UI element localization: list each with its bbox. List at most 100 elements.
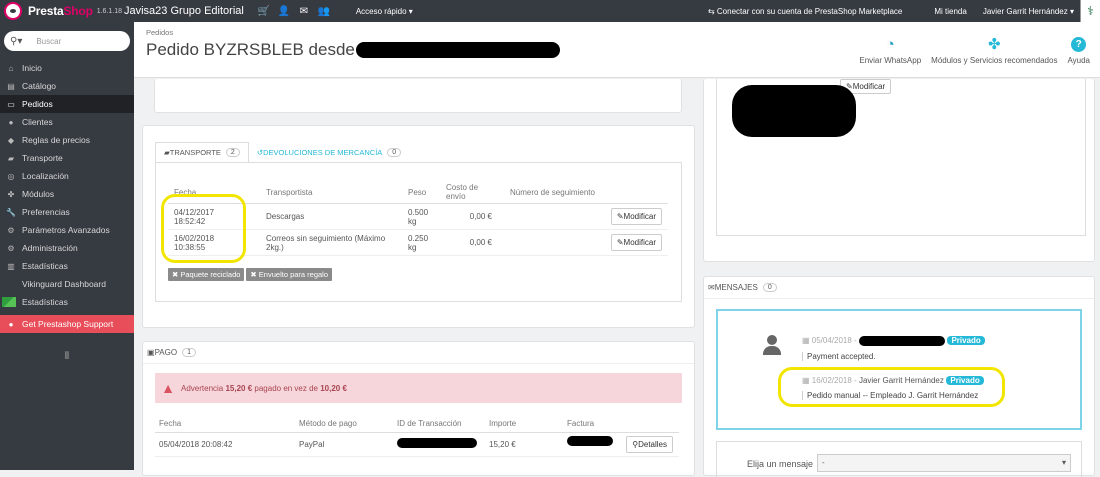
puzzle-icon: ✤ bbox=[988, 36, 1001, 53]
sidebar-item-support[interactable]: ● Get Prestashop Support bbox=[0, 315, 134, 333]
marketplace-connect-link[interactable]: ⇆ Conectar con su cuenta de PrestaShop M… bbox=[708, 7, 918, 16]
private-badge: Privado bbox=[947, 336, 985, 345]
sidebar-item-localizacion[interactable]: ◎ Localización bbox=[0, 167, 134, 185]
modify-shipping-button[interactable]: ✎ Modificar bbox=[610, 234, 662, 251]
messages-panel: ✉ MENSAJES 0 ▦ 05/04/2018 - Privado Payme… bbox=[703, 276, 1095, 477]
help-icon: ? bbox=[1071, 37, 1087, 52]
tag-icon: ◆ bbox=[7, 135, 15, 145]
highlight-shipping-dates bbox=[161, 194, 246, 263]
home-icon: ⌂ bbox=[8, 63, 14, 73]
support-icon: ● bbox=[8, 319, 14, 329]
brand-name: PrestaShop bbox=[28, 4, 93, 18]
stats-chart-icon bbox=[2, 297, 16, 307]
redacted-customer-name bbox=[356, 42, 560, 58]
cart-icon[interactable]: 🛒 bbox=[254, 6, 274, 17]
globe-icon: ◎ bbox=[7, 171, 15, 181]
shop-name[interactable]: Javisa23 Grupo Editorial bbox=[124, 5, 244, 17]
whatsapp-icon: ◔ bbox=[885, 36, 895, 53]
payment-details-button[interactable]: ⚲ Detalles bbox=[626, 435, 673, 453]
tab-transport[interactable]: ▰ TRANSPORTE 2 bbox=[155, 142, 249, 162]
envelope-icon: ✉ bbox=[708, 283, 715, 292]
col-tracking: Número de seguimiento bbox=[504, 181, 668, 204]
table-row: 05/04/2018 20:08:42 PayPal 15,20 € ⚲ Det… bbox=[155, 432, 679, 457]
messages-heading: ✉ MENSAJES 0 bbox=[704, 277, 1094, 299]
modules-button[interactable]: ✤ Módulos y Servicios recomendados bbox=[931, 36, 1057, 65]
sidebar-item-modulos[interactable]: ✤ Módulos bbox=[0, 185, 134, 203]
version-label: 1.6.1.18 bbox=[96, 7, 123, 15]
sidebar-item-inicio[interactable]: ⌂ Inicio bbox=[0, 59, 134, 77]
users-icon[interactable]: 👥 bbox=[314, 6, 334, 17]
prestashop-logo[interactable]: PrestaShop 1.6.1.18 bbox=[0, 2, 134, 20]
envelope-icon[interactable]: ✉ bbox=[294, 6, 314, 17]
collapse-menu-icon[interactable]: ⦀ bbox=[0, 351, 134, 362]
payment-heading: ▣ PAGO 1 bbox=[143, 342, 694, 364]
choose-message-box: Elija un mensaje - ▾ bbox=[716, 441, 1082, 477]
cogs-icon: ⚙ bbox=[7, 225, 15, 235]
search-icon[interactable]: ⚲▾ bbox=[10, 36, 22, 47]
page-header: Pedidos Pedido BYZRSBLEB desde ◔ Enviar W… bbox=[134, 22, 1100, 78]
customer-icon[interactable]: 👤 bbox=[274, 6, 294, 17]
user-avatar-icon bbox=[763, 335, 781, 355]
sidebar-item-reglas-precios[interactable]: ◆ Reglas de precios bbox=[0, 131, 134, 149]
whatsapp-button[interactable]: ◔ Enviar WhatsApp bbox=[859, 36, 921, 65]
shipping-cost: 0,00 € bbox=[440, 229, 504, 256]
sidebar-item-parametros-avanzados[interactable]: ⚙ Parámetros Avanzados bbox=[0, 221, 134, 239]
col-carrier: Transportista bbox=[260, 181, 402, 204]
sidebar-item-preferencias[interactable]: 🔧 Preferencias bbox=[0, 203, 134, 221]
help-button[interactable]: ? Ayuda bbox=[1067, 36, 1090, 65]
pencil-icon: ✎ bbox=[616, 238, 624, 247]
shipping-cost: 0,00 € bbox=[440, 203, 504, 230]
sidebar-item-clientes[interactable]: ● Clientes bbox=[0, 113, 134, 131]
sidebar-item-transporte[interactable]: ▰ Transporte bbox=[0, 149, 134, 167]
address-panel: ✎ Modificar bbox=[703, 79, 1095, 262]
gift-wrap-tag: ✖ Envuelto para regalo bbox=[246, 268, 333, 281]
gear-icon: ⚙ bbox=[7, 243, 15, 253]
pencil-icon: ✎ bbox=[616, 212, 624, 221]
quick-access-menu[interactable]: Acceso rápido ▾ bbox=[356, 7, 413, 16]
redacted-author bbox=[858, 335, 945, 346]
top-bar: PrestaShop 1.6.1.18 Javisa23 Grupo Edito… bbox=[0, 0, 1100, 22]
credit-card-icon: ▭ bbox=[7, 99, 15, 109]
redacted-transaction-id bbox=[397, 438, 477, 448]
sidebar: ⚲▾ Buscar ⌂ Inicio ▤ Catálogo ▭ Pedidos ● Cl… bbox=[0, 22, 134, 470]
search-input[interactable]: ⚲▾ Buscar bbox=[4, 31, 130, 51]
col-weight: Peso bbox=[402, 181, 440, 204]
book-icon: ▤ bbox=[7, 81, 15, 91]
sidebar-item-estadisticas[interactable]: ▥ Estadísticas bbox=[0, 257, 134, 275]
my-shop-link[interactable]: Mi tienda bbox=[934, 7, 966, 16]
breadcrumb[interactable]: Pedidos bbox=[146, 28, 173, 37]
shipping-carrier: Descargas bbox=[260, 203, 402, 230]
shipping-tabs: ▰ TRANSPORTE 2 ↺ DEVOLUCIONES DE MERCANCÍ… bbox=[155, 142, 410, 162]
sidebar-item-catalogo[interactable]: ▤ Catálogo bbox=[0, 77, 134, 95]
recycled-package-tag: ✖ Paquete reciclado bbox=[168, 268, 245, 281]
warning-icon: ▲ bbox=[161, 380, 175, 396]
highlight-message bbox=[778, 367, 1005, 407]
choose-message-select[interactable]: - ▾ bbox=[817, 454, 1071, 472]
prestashop-logo-icon bbox=[4, 2, 22, 20]
customer-panel-bottom bbox=[154, 79, 682, 113]
shipping-weight: 0.250 kg bbox=[402, 229, 440, 256]
tab-returns[interactable]: ↺ DEVOLUCIONES DE MERCANCÍA 0 bbox=[248, 142, 410, 162]
shipping-tags: ✖ Paquete reciclado ✖ Envuelto para regal… bbox=[168, 268, 681, 281]
wrench-icon: 🔧 bbox=[6, 207, 16, 217]
sidebar-item-estadisticas-2[interactable]: Estadísticas bbox=[0, 293, 134, 311]
money-icon: ▣ bbox=[147, 348, 155, 357]
shipping-carrier: Correos sin seguimiento (Máximo 2kg.) bbox=[260, 229, 402, 256]
chevron-down-icon: ▾ bbox=[1061, 458, 1066, 467]
col-cost: Costo de envío bbox=[440, 181, 504, 204]
shipping-weight: 0.500 kg bbox=[402, 203, 440, 230]
sidebar-item-administracion[interactable]: ⚙ Administración bbox=[0, 239, 134, 257]
redacted-invoice bbox=[567, 435, 613, 446]
message-item: ▦ 05/04/2018 - Privado Payment accepted. bbox=[802, 335, 1072, 361]
bar-chart-icon: ▥ bbox=[7, 261, 15, 271]
message-thread: ▦ 05/04/2018 - Privado Payment accepted.… bbox=[716, 309, 1082, 430]
user-menu[interactable]: Javier Garrit Hernández ▾ bbox=[983, 7, 1074, 16]
page-title: Pedido BYZRSBLEB desde bbox=[146, 40, 355, 59]
user-icon: ● bbox=[8, 117, 14, 127]
message-text: Payment accepted. bbox=[802, 351, 1072, 361]
puzzle-icon: ✤ bbox=[7, 189, 15, 199]
modify-shipping-button[interactable]: ✎ Modificar bbox=[610, 208, 662, 225]
sidebar-item-pedidos[interactable]: ▭ Pedidos bbox=[0, 95, 134, 113]
employee-avatar-icon[interactable]: ⚕ bbox=[1080, 0, 1100, 22]
sidebar-item-vikinguard[interactable]: Vikinguard Dashboard bbox=[0, 275, 134, 293]
